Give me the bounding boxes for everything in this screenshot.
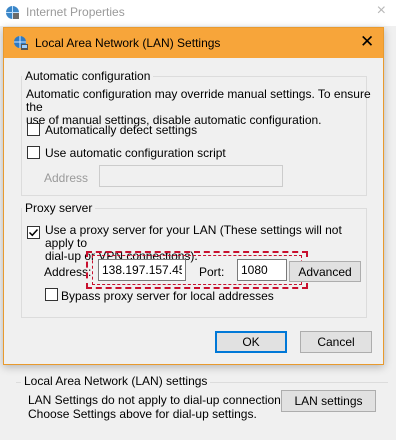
globe-settings-icon [5, 5, 20, 20]
close-icon[interactable]: × [377, 2, 386, 20]
auto-config-description: Automatic configuration may override man… [26, 88, 371, 127]
close-icon[interactable]: ✕ [360, 32, 374, 52]
lan-settings-button[interactable]: LAN settings [281, 390, 376, 412]
auto-detect-label[interactable]: Automatically detect settings [45, 123, 197, 137]
proxy-highlight-inner-outline [92, 255, 302, 285]
use-proxy-checkbox[interactable] [27, 226, 40, 239]
bypass-local-checkbox[interactable] [45, 288, 58, 301]
cancel-button[interactable]: Cancel [300, 331, 372, 353]
parent-lan-group-label: Local Area Network (LAN) settings [21, 374, 211, 388]
parent-lan-description-line1: LAN Settings do not apply to dial-up con… [28, 393, 291, 407]
parent-lan-description-line2: Choose Settings above for dial-up settin… [28, 407, 257, 421]
parent-window-title: Internet Properties [26, 5, 125, 19]
proxy-label: Proxy server [22, 201, 96, 215]
auto-script-address-label: Address [44, 171, 89, 185]
auto-config-description-line1: Automatic configuration may override man… [26, 87, 371, 114]
auto-script-label[interactable]: Use automatic configuration script [45, 146, 226, 160]
auto-config-label: Automatic configuration [22, 69, 154, 83]
use-proxy-label-line1: Use a proxy server for your LAN (These s… [45, 223, 342, 250]
auto-script-checkbox[interactable] [27, 146, 40, 159]
auto-script-address-input[interactable] [99, 165, 283, 187]
proxy-address-label: Address: [44, 265, 92, 279]
auto-detect-checkbox[interactable] [27, 123, 40, 136]
dialog-titlebar[interactable]: Local Area Network (LAN) Settings ✕ [4, 28, 383, 58]
bypass-local-label[interactable]: Bypass proxy server for local addresses [61, 289, 274, 303]
checkmark-icon [28, 228, 39, 237]
parent-window-titlebar: Internet Properties × [0, 0, 396, 26]
lan-settings-dialog: Local Area Network (LAN) Settings ✕ Auto… [3, 27, 384, 365]
ok-button[interactable]: OK [215, 331, 287, 353]
globe-network-icon [13, 35, 29, 51]
parent-lan-description: LAN Settings do not apply to dial-up con… [28, 393, 290, 421]
dialog-title: Local Area Network (LAN) Settings [35, 36, 221, 50]
advanced-button[interactable]: Advanced [289, 261, 361, 282]
